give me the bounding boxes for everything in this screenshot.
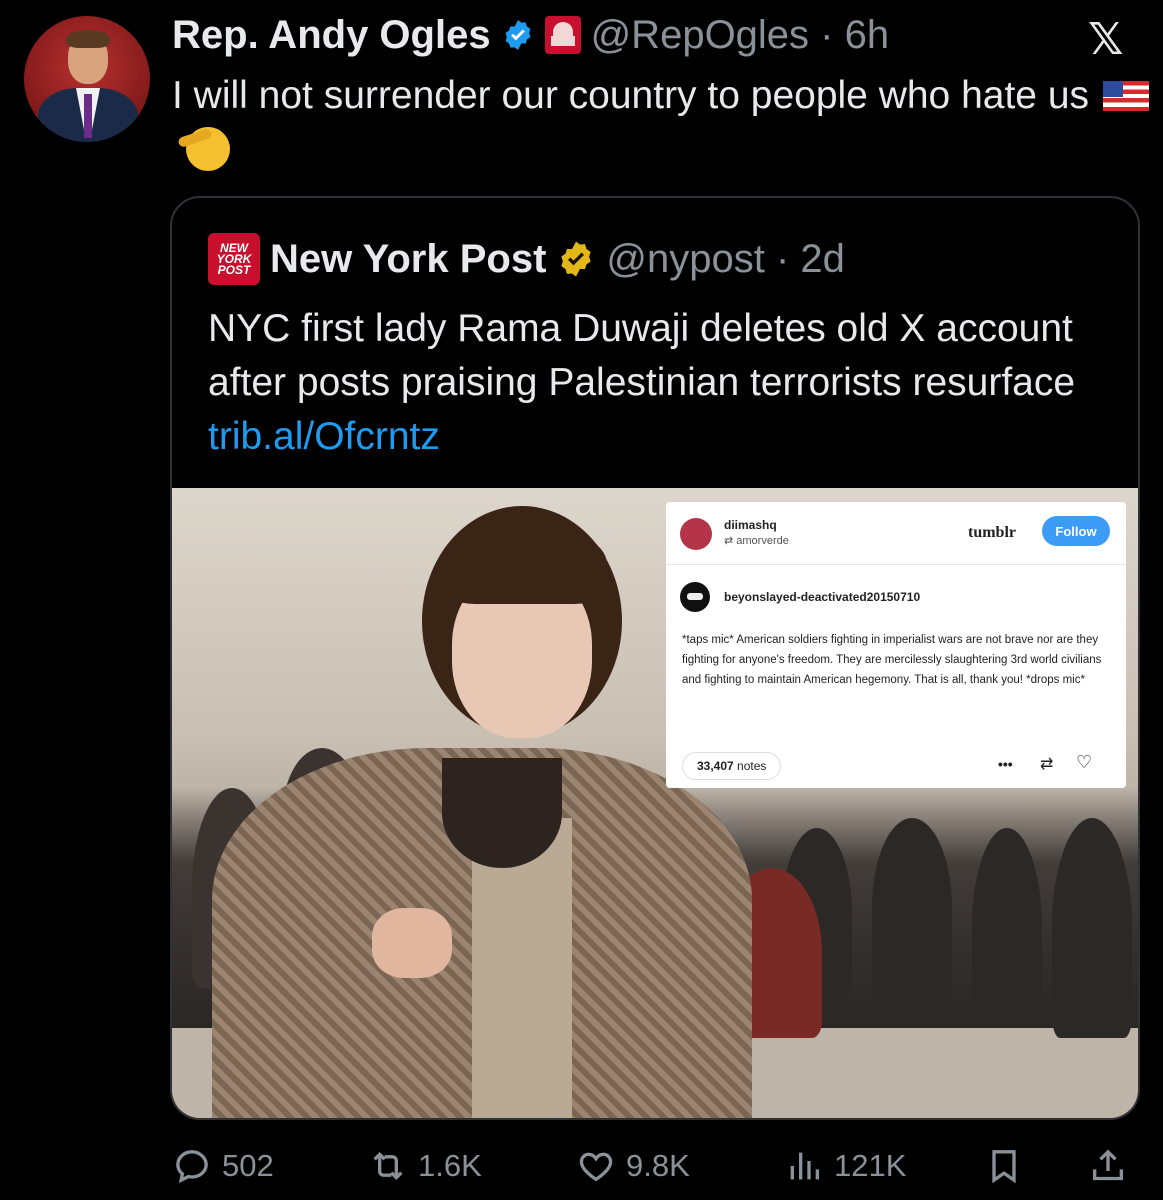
reblog-icon: ⇄ <box>724 535 734 547</box>
nypost-avatar[interactable]: NEW YORK POST <box>208 233 260 285</box>
tumblr-reblog-icon: ⇄ <box>1040 756 1054 773</box>
gold-verified-icon <box>561 241 592 277</box>
tumblr-reblog-source: ⇄ amorverde <box>724 535 789 547</box>
share-icon <box>1093 1149 1123 1181</box>
tumblr-more-icon: ••• <box>998 756 1013 772</box>
quoted-link[interactable]: trib.al/Ofcrntz <box>208 415 440 458</box>
tumblr-logo: tumblr <box>968 524 1016 541</box>
tumblr-heart-icon: ♡ <box>1076 752 1093 772</box>
quoted-tweet-header: NEW YORK POST New York Post @nypost · 2d <box>208 233 845 285</box>
photo-woman-collar <box>442 758 562 868</box>
tumblr-user-avatar <box>680 518 712 550</box>
tumblr-follow-button: Follow <box>1042 516 1110 546</box>
photo-photographer <box>972 828 1042 1028</box>
tumblr-op-username: beyonslayed-deactivated20150710 <box>724 590 921 604</box>
reply-icon <box>176 1150 208 1184</box>
repost-icon <box>373 1151 403 1181</box>
views-button[interactable]: 121K <box>784 1146 906 1186</box>
quoted-time[interactable]: 2d <box>800 237 845 281</box>
quoted-text: NYC first lady Rama Duwaji deletes old X… <box>208 307 1076 458</box>
like-count: 9.8K <box>626 1148 690 1183</box>
reply-button[interactable]: 502 <box>172 1146 274 1186</box>
saluting-face-icon <box>186 127 230 171</box>
repost-count: 1.6K <box>418 1148 482 1183</box>
photo-woman-hand <box>372 908 452 978</box>
like-button[interactable]: 9.8K <box>576 1146 690 1186</box>
author-handle[interactable]: @RepOgles · 6h <box>591 13 890 58</box>
reply-count: 502 <box>222 1148 274 1183</box>
photo-photographer <box>1052 818 1132 1038</box>
bookmark-icon <box>992 1150 1016 1184</box>
bookmark-button[interactable] <box>984 1146 1024 1186</box>
quoted-author-handle[interactable]: @nypost · 2d <box>606 237 845 282</box>
tumblr-username: diimashq <box>724 518 777 532</box>
author-avatar[interactable] <box>24 16 150 142</box>
x-logo-icon: 𝕏 <box>1088 15 1124 64</box>
quoted-media-image[interactable]: diimashq ⇄ amorverde tumblr Follow beyon… <box>172 488 1138 1118</box>
tweet-text: I will not surrender our country to peop… <box>172 68 1152 178</box>
author-name[interactable]: Rep. Andy Ogles <box>172 13 491 58</box>
tumblr-notes-count: 33,407 notes <box>682 752 782 780</box>
tumblr-post-screenshot: diimashq ⇄ amorverde tumblr Follow beyon… <box>666 502 1126 788</box>
tumblr-op-avatar <box>680 582 710 612</box>
us-flag-icon <box>1103 81 1150 111</box>
tweet-header: Rep. Andy Ogles @RepOgles · 6h <box>172 12 889 58</box>
tumblr-post-body: *taps mic* American soldiers fighting in… <box>682 634 1102 686</box>
logo-line-3: POST <box>217 262 251 277</box>
affiliation-badge-icon[interactable] <box>544 16 581 54</box>
photo-woman-bangs <box>442 524 607 604</box>
verified-icon <box>505 20 531 50</box>
share-button[interactable] <box>1088 1146 1128 1186</box>
tweet-action-bar: 502 1.6K 9.8K 121K <box>172 1140 1132 1192</box>
tweet-time[interactable]: 6h <box>845 13 890 57</box>
avatar-tie <box>84 94 92 138</box>
avatar-hair <box>66 30 110 48</box>
quoted-tweet[interactable]: NEW YORK POST New York Post @nypost · 2d… <box>170 196 1140 1120</box>
views-chart-icon <box>790 1152 819 1180</box>
heart-icon <box>579 1152 613 1182</box>
tumblr-divider <box>666 564 1126 565</box>
photo-photographer <box>872 818 952 998</box>
views-count: 121K <box>834 1148 907 1183</box>
quoted-author-name[interactable]: New York Post <box>270 237 546 282</box>
repost-button[interactable]: 1.6K <box>368 1146 482 1186</box>
